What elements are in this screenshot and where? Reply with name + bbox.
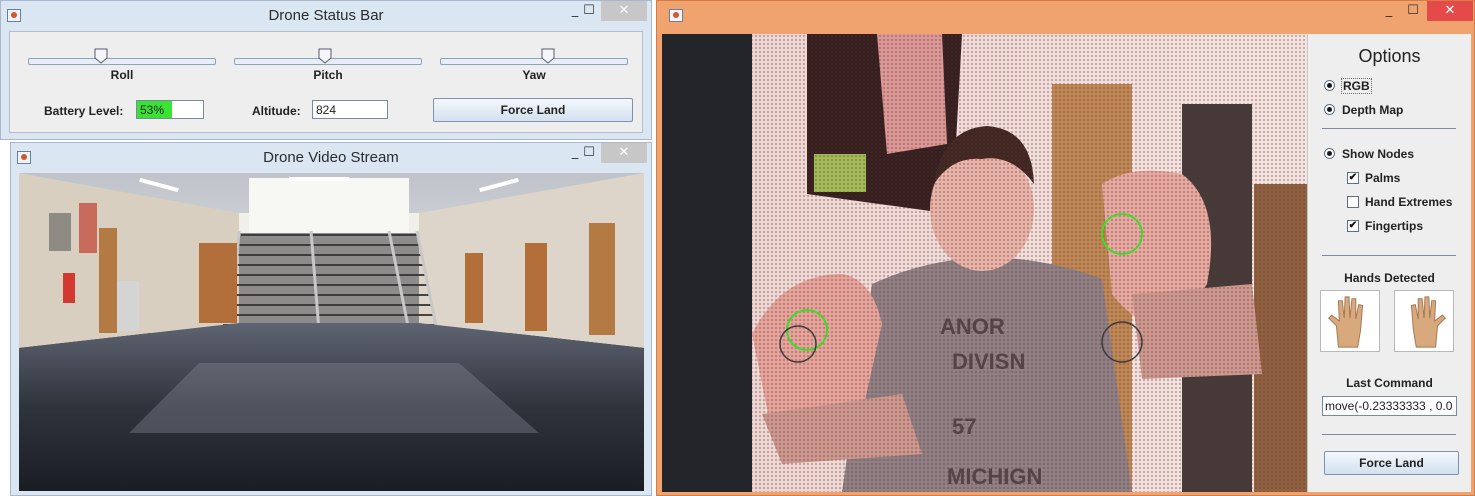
close-button[interactable]: ✕ [601, 143, 647, 163]
kinect-camera-view: ANOR DIVISN 57 MICHIGN [662, 34, 1307, 492]
kinect-titlebar[interactable]: _ ☐ ✕ [657, 1, 1474, 31]
palms-label: Palms [1365, 171, 1401, 185]
kinect-window: _ ☐ ✕ Options RGB Depth Map Show Nodes ✔… [656, 0, 1475, 496]
slider-thumb[interactable] [318, 48, 332, 64]
status-window-title: Drone Status Bar [268, 7, 384, 24]
drone-video-window: Drone Video Stream _ ☐ ✕ [10, 142, 652, 496]
separator [1322, 255, 1456, 256]
altitude-field[interactable]: 824 [312, 100, 388, 119]
maximize-button[interactable]: ☐ [575, 143, 603, 163]
rgb-label: RGB [1341, 78, 1372, 94]
radio-indicator[interactable] [1324, 148, 1335, 159]
checkbox-box[interactable] [1347, 196, 1359, 208]
hallway-camera-image [19, 173, 644, 491]
altitude-label: Altitude: [252, 104, 301, 118]
options-force-land-button[interactable]: Force Land [1324, 451, 1459, 475]
status-panel: Roll Pitch Yaw Battery Level: 53% Altitu… [9, 31, 643, 133]
separator [1322, 128, 1456, 129]
yaw-label: Yaw [522, 68, 546, 82]
pitch-label: Pitch [313, 68, 343, 82]
status-titlebar[interactable]: Drone Status Bar _ ☐ ✕ [1, 1, 651, 31]
options-panel: Options RGB Depth Map Show Nodes ✔ Palms… [1307, 34, 1471, 492]
drone-status-window: Drone Status Bar _ ☐ ✕ Roll Pitch Yaw Ba… [0, 0, 652, 140]
radio-indicator[interactable] [1324, 80, 1335, 91]
slider-thumb[interactable] [541, 48, 555, 64]
battery-label: Battery Level: [44, 104, 124, 118]
battery-progress-bar: 53% [136, 100, 204, 119]
show-nodes-label: Show Nodes [1342, 147, 1415, 161]
slider-track [440, 58, 628, 65]
depth-map-label: Depth Map [1342, 103, 1404, 117]
right-hand-icon [1394, 290, 1454, 352]
slider-thumb[interactable] [94, 48, 108, 64]
separator [1322, 434, 1456, 435]
maximize-button[interactable]: ☐ [1399, 1, 1427, 21]
close-button[interactable]: ✕ [601, 1, 647, 21]
options-title: Options [1358, 46, 1421, 66]
java-app-icon [669, 9, 683, 22]
battery-value: 53% [140, 103, 165, 117]
last-command-label: Last Command [1346, 376, 1433, 390]
force-land-button[interactable]: Force Land [433, 98, 633, 122]
fingertips-label: Fingertips [1365, 219, 1424, 233]
video-window-title: Drone Video Stream [263, 149, 399, 166]
checkbox-box[interactable]: ✔ [1347, 220, 1359, 232]
last-command-field[interactable]: move(-0.23333333 , 0.0 [1322, 396, 1457, 416]
checkbox-box[interactable]: ✔ [1347, 172, 1359, 184]
maximize-button[interactable]: ☐ [575, 1, 603, 21]
video-titlebar[interactable]: Drone Video Stream _ ☐ ✕ [11, 143, 651, 173]
kinect-client: ANOR DIVISN 57 MICHIGN Options RGB [662, 34, 1471, 492]
video-stream [19, 173, 644, 491]
hands-detected-label: Hands Detected [1344, 271, 1435, 285]
left-hand-icon [1320, 290, 1380, 352]
radio-indicator[interactable] [1324, 104, 1335, 115]
roll-label: Roll [110, 68, 134, 82]
close-button[interactable]: ✕ [1427, 1, 1473, 21]
slider-track [28, 58, 216, 65]
hand-extremes-label: Hand Extremes [1365, 195, 1453, 209]
